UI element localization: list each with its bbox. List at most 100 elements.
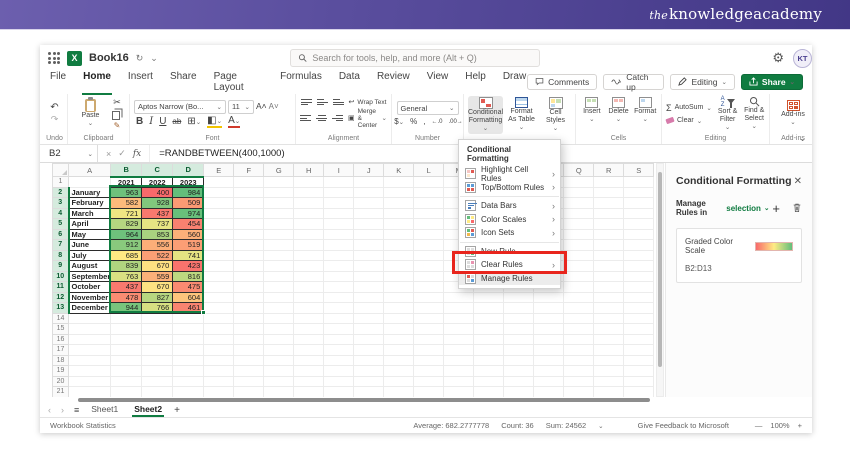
- row-header-16[interactable]: 16: [52, 333, 69, 345]
- cell-J1[interactable]: [353, 176, 385, 188]
- menu-item-top-bottom-rules[interactable]: Top/Bottom Rules ›: [459, 181, 560, 195]
- cell-B2[interactable]: 963: [110, 186, 143, 198]
- add-sheet-icon[interactable]: +: [174, 405, 180, 416]
- cell-L16[interactable]: [413, 334, 445, 345]
- share-button[interactable]: Share ⌄: [740, 73, 803, 90]
- chevron-down-icon[interactable]: ⌄: [150, 53, 158, 64]
- cell-P16[interactable]: [533, 334, 565, 345]
- cell-F7[interactable]: [233, 239, 265, 251]
- cell-B9[interactable]: 839: [110, 260, 143, 272]
- cell-O19[interactable]: [503, 365, 535, 377]
- cell-J17[interactable]: [353, 344, 385, 356]
- cell-P15[interactable]: [533, 323, 565, 335]
- cell-J21[interactable]: [353, 386, 385, 397]
- row-header-21[interactable]: 21: [52, 386, 69, 397]
- cell-E20[interactable]: [203, 376, 235, 387]
- cell-K8[interactable]: [383, 250, 415, 261]
- cell-G17[interactable]: [263, 344, 295, 356]
- add-rule-icon[interactable]: +: [772, 201, 780, 216]
- cell-L4[interactable]: [413, 208, 445, 219]
- delete-rule-icon[interactable]: [792, 202, 802, 215]
- menu-item-icon-sets[interactable]: Icon Sets ›: [459, 226, 560, 240]
- cell-H13[interactable]: [293, 302, 325, 314]
- cell-D3[interactable]: 509: [172, 197, 205, 209]
- cell-G9[interactable]: [263, 260, 295, 272]
- cell-A13[interactable]: December: [67, 302, 112, 314]
- cell-J11[interactable]: [353, 281, 385, 293]
- cell-E14[interactable]: [203, 313, 235, 324]
- accounting-format-icon[interactable]: $⌄: [394, 117, 404, 126]
- cell-Q6[interactable]: [563, 229, 595, 240]
- cell-L1[interactable]: [413, 176, 445, 188]
- cell-R16[interactable]: [593, 334, 625, 345]
- search-box[interactable]: [290, 49, 540, 67]
- cell-J15[interactable]: [353, 323, 385, 335]
- cell-M18[interactable]: [443, 355, 475, 366]
- row-header-19[interactable]: 19: [52, 365, 69, 377]
- wrap-text-button[interactable]: ↩ Wrap Text: [349, 99, 387, 106]
- cell-K4[interactable]: [383, 208, 415, 219]
- cell-H7[interactable]: [293, 239, 325, 251]
- collapse-ribbon-icon[interactable]: ⌄: [799, 134, 806, 143]
- cell-B4[interactable]: 721: [110, 207, 143, 219]
- menu-item-color-scales[interactable]: Color Scales ›: [459, 213, 560, 227]
- cell-R19[interactable]: [593, 365, 625, 377]
- formula-input[interactable]: =RANDBETWEEN(400,1000): [150, 148, 284, 159]
- cell-P21[interactable]: [533, 386, 565, 397]
- cell-L5[interactable]: [413, 218, 445, 230]
- cell-M15[interactable]: [443, 323, 475, 335]
- cell-H18[interactable]: [293, 355, 325, 366]
- cell-D7[interactable]: 519: [172, 239, 205, 251]
- cell-S2[interactable]: [623, 187, 655, 198]
- row-header-10[interactable]: 10: [52, 270, 70, 282]
- cell-B15[interactable]: [110, 323, 143, 335]
- cell-F18[interactable]: [233, 355, 265, 366]
- sort-filter-button[interactable]: AZ Sort & Filter ⌄: [717, 95, 739, 133]
- cell-H14[interactable]: [293, 313, 325, 324]
- cell-S3[interactable]: [623, 197, 655, 209]
- comments-button[interactable]: Comments: [527, 73, 598, 90]
- cell-M17[interactable]: [443, 344, 475, 356]
- cell-C1[interactable]: 2022: [141, 176, 174, 188]
- cell-D18[interactable]: [172, 355, 205, 366]
- cell-C19[interactable]: [141, 365, 174, 377]
- cell-I3[interactable]: [323, 197, 355, 209]
- close-pane-icon[interactable]: ✕: [794, 176, 802, 187]
- cell-B10[interactable]: 763: [110, 270, 143, 282]
- cell-E6[interactable]: [203, 229, 235, 240]
- cell-H5[interactable]: [293, 218, 325, 230]
- cell-B13[interactable]: 944: [110, 302, 143, 314]
- zoom-out-icon[interactable]: —: [755, 421, 763, 430]
- cell-I17[interactable]: [323, 344, 355, 356]
- cell-F11[interactable]: [233, 281, 265, 293]
- cell-L14[interactable]: [413, 313, 445, 324]
- cell-P12[interactable]: [533, 292, 565, 303]
- cell-G10[interactable]: [263, 271, 295, 282]
- cell-F6[interactable]: [233, 229, 265, 240]
- cell-Q4[interactable]: [563, 208, 595, 219]
- cell-A3[interactable]: February: [67, 197, 112, 209]
- column-header-A[interactable]: A: [67, 163, 112, 177]
- cell-S19[interactable]: [623, 365, 655, 377]
- cell-H12[interactable]: [293, 292, 325, 303]
- cell-R11[interactable]: [593, 281, 625, 293]
- cell-S13[interactable]: [623, 302, 655, 314]
- tab-review[interactable]: Review: [376, 68, 411, 95]
- underline-icon[interactable]: U: [159, 116, 166, 127]
- cell-I2[interactable]: [323, 187, 355, 198]
- cell-C20[interactable]: [141, 376, 174, 387]
- cell-R2[interactable]: [593, 187, 625, 198]
- cell-Q9[interactable]: [563, 260, 595, 272]
- cell-C14[interactable]: [141, 313, 174, 324]
- cell-I20[interactable]: [323, 376, 355, 387]
- column-header-F[interactable]: F: [233, 163, 265, 177]
- cell-S9[interactable]: [623, 260, 655, 272]
- cell-B7[interactable]: 912: [110, 239, 143, 251]
- tab-view[interactable]: View: [426, 68, 450, 95]
- merge-center-button[interactable]: ▣ Merge & Center ⌄: [348, 108, 387, 129]
- cell-D4[interactable]: 974: [172, 207, 205, 219]
- cell-G8[interactable]: [263, 250, 295, 261]
- cell-R1[interactable]: [593, 176, 625, 188]
- cell-J8[interactable]: [353, 250, 385, 261]
- cut-icon[interactable]: ✂: [113, 97, 121, 107]
